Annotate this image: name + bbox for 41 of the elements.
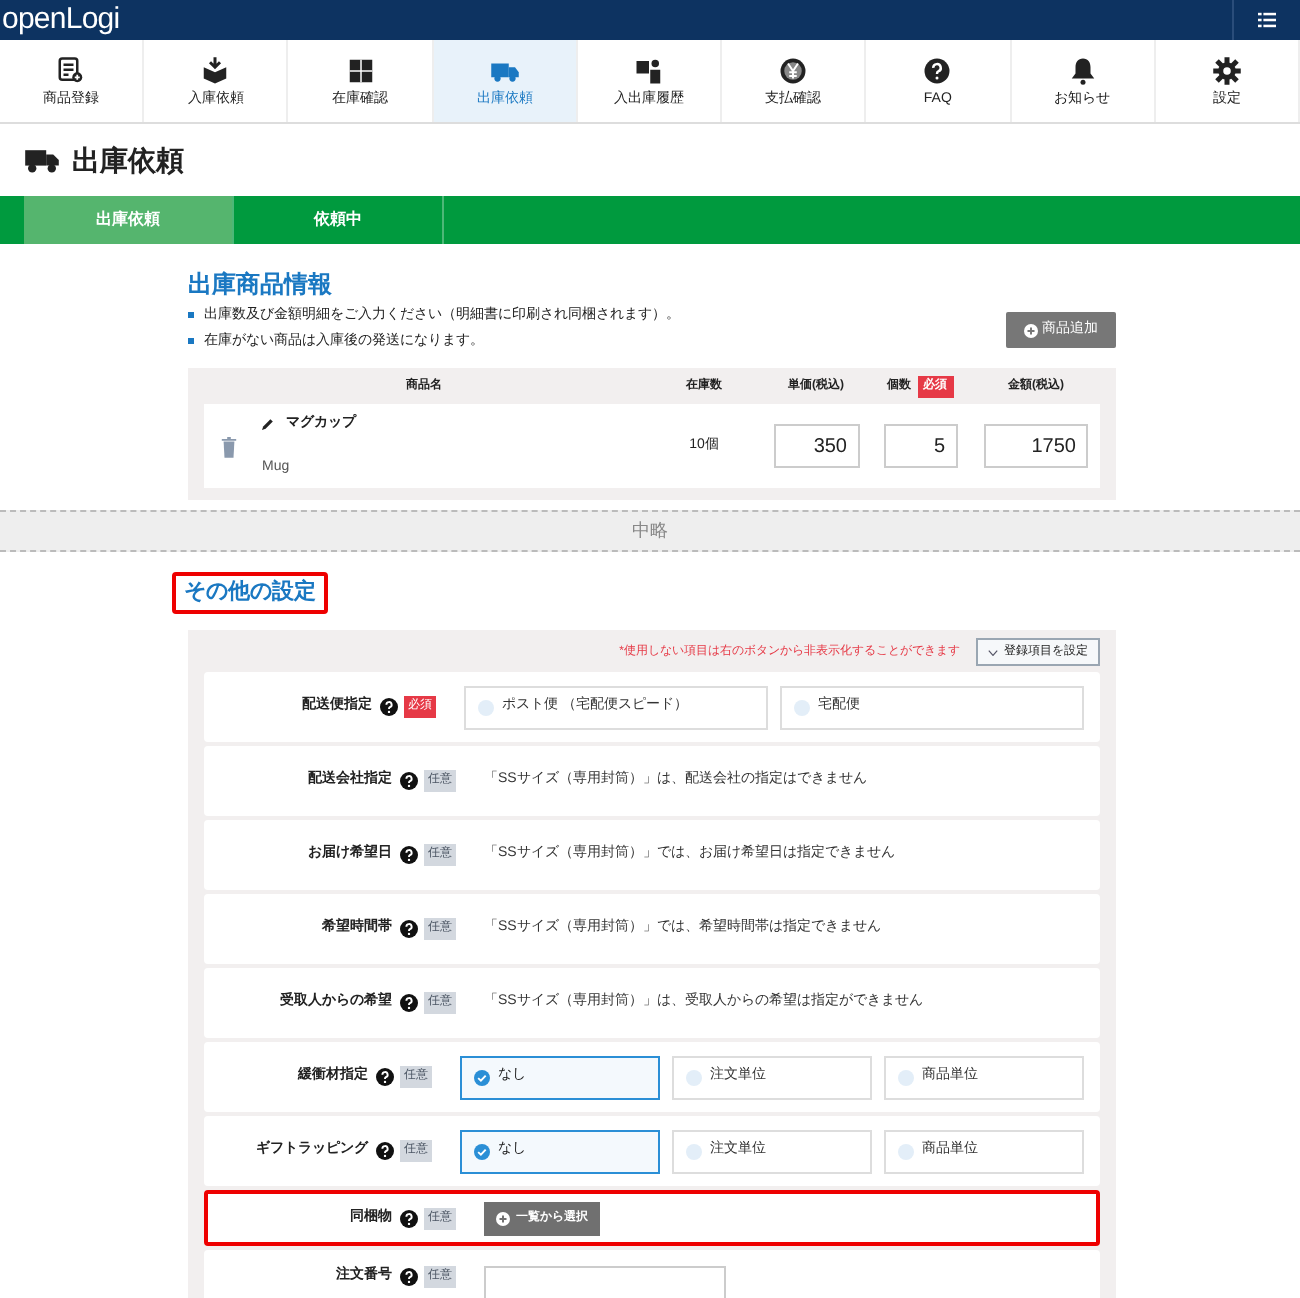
help-icon [376, 1068, 394, 1086]
amount-field[interactable]: 1750 [984, 424, 1088, 468]
help-icon [400, 920, 418, 938]
check-circle-icon [474, 1143, 490, 1159]
bullet-icon [188, 338, 194, 344]
radio-circle-icon [898, 1069, 914, 1085]
help-icon [400, 994, 418, 1012]
radio-circle-icon [686, 1143, 702, 1159]
plus-icon [496, 1211, 510, 1225]
help-icon [400, 1209, 418, 1227]
price-field[interactable]: 350 [773, 424, 859, 468]
truck-icon [24, 146, 60, 174]
section-title: 出庫商品情報 [188, 272, 334, 296]
radio-circle-icon [478, 699, 494, 715]
section-title: その他の設定 [172, 572, 328, 614]
plus-icon [1024, 323, 1038, 337]
box-icon [200, 56, 231, 86]
gear-icon [1211, 56, 1242, 86]
radio-circle-icon [794, 699, 810, 715]
radio-circle-icon [686, 1069, 702, 1085]
menu-icon [1258, 12, 1276, 28]
help-icon [400, 846, 418, 864]
bullet-icon [188, 312, 194, 318]
quantity-field[interactable]: 5 [883, 424, 957, 468]
check-circle-icon [474, 1069, 490, 1085]
yen-coin-icon [778, 56, 809, 86]
help-icon [376, 1142, 394, 1160]
radio-circle-icon [898, 1143, 914, 1159]
bell-icon [1067, 56, 1098, 86]
pencil-icon [262, 417, 274, 430]
logo[interactable]: openLogi [2, 0, 120, 43]
page-title: 出庫依頼 [72, 141, 184, 179]
omitted-label: 中略 [632, 517, 668, 544]
help-icon [922, 56, 953, 86]
list-icon [56, 56, 87, 86]
help-icon [400, 1268, 418, 1286]
help-icon [380, 698, 398, 716]
chevron-down-icon [988, 649, 998, 655]
trash-icon [220, 435, 238, 457]
order-number-field[interactable] [484, 1266, 726, 1298]
help-icon [400, 772, 418, 790]
